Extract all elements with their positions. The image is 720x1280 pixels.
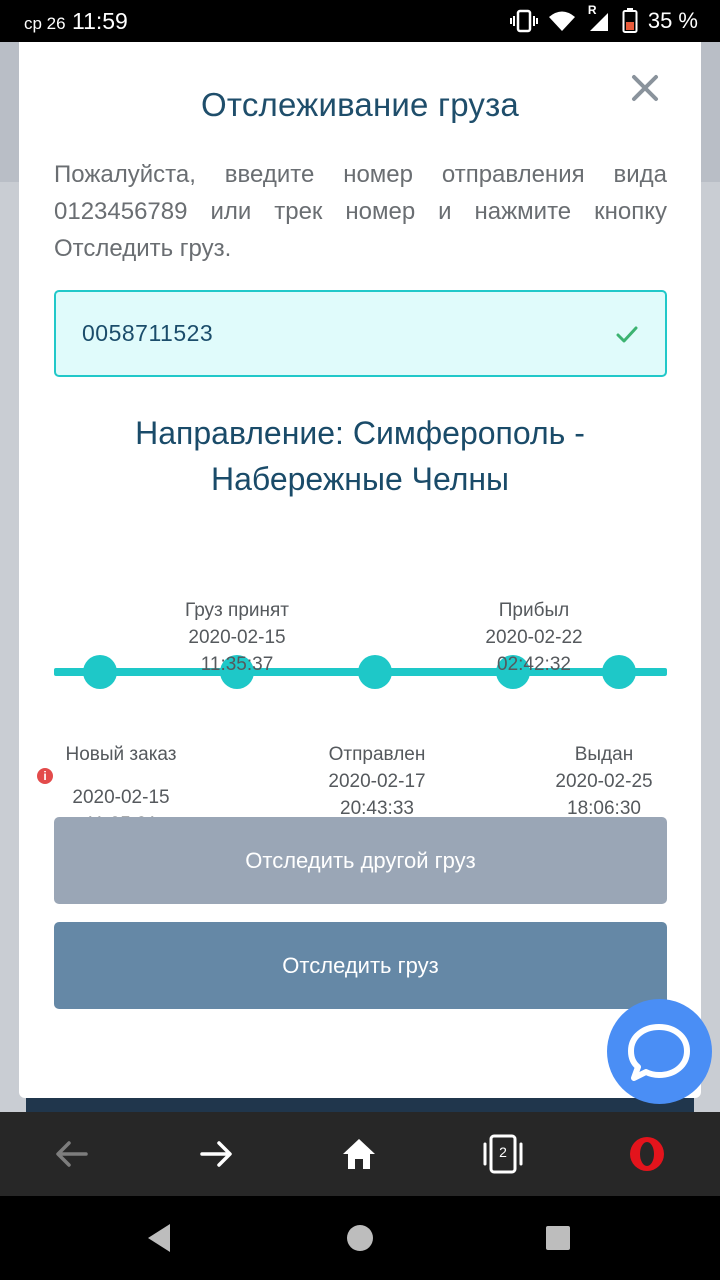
instructions-text: Пожалуйста, введите номер отправления ви… (54, 161, 667, 262)
vibrate-icon (509, 9, 538, 33)
timeline-step-date: 2020-02-17 (328, 771, 426, 792)
timeline-step-name: Груз принят (184, 600, 290, 621)
status-icons: R 35 % (509, 3, 698, 36)
opera-menu-button[interactable] (625, 1132, 669, 1176)
timeline-label-accepted: Груз принят 2020-02-15 11:35:37 (152, 597, 322, 678)
back-button[interactable] (50, 1132, 94, 1176)
battery-icon (622, 8, 638, 33)
route-line-2: Набережные Челны (210, 461, 510, 497)
wifi-icon (548, 11, 575, 31)
timeline-step-date: 2020-02-25 (555, 771, 653, 792)
timeline-step-time: 11:35:37 (200, 654, 274, 675)
forward-button[interactable] (194, 1132, 238, 1176)
status-date: ср 26 (24, 14, 66, 33)
browser-toolbar: 2 (0, 1112, 720, 1196)
roaming-label: R (587, 3, 597, 17)
track-button[interactable]: Отследить груз (54, 922, 667, 1009)
tracking-modal: Отслеживание груза Пожалуйста, введите н… (19, 42, 701, 1098)
timeline-step-name: Прибыл (498, 600, 570, 621)
home-icon (343, 1139, 375, 1169)
timeline-dot-new-order (83, 655, 117, 689)
modal-title: Отслеживание груза (201, 86, 519, 123)
route-line-1: Направление: Симферополь - (135, 415, 585, 451)
checkmark-icon (616, 326, 638, 343)
signal-icon: R (586, 3, 612, 33)
square-recents-icon (546, 1226, 570, 1250)
status-bar: ср 26 11:59 R 35 % (0, 0, 720, 42)
arrow-left-icon (56, 1141, 88, 1167)
tabs-button[interactable]: 2 (481, 1132, 525, 1176)
tracking-field[interactable] (54, 290, 667, 377)
timeline-step-date: 2020-02-22 (485, 627, 583, 648)
triangle-back-icon (148, 1224, 170, 1252)
timeline-label-delivered: Выдан 2020-02-25 18:06:30 (534, 741, 674, 822)
circle-home-icon (347, 1225, 373, 1251)
timeline-step-date: 2020-02-15 (188, 627, 286, 648)
info-icon[interactable]: i (37, 768, 53, 784)
arrow-right-icon (200, 1141, 232, 1167)
status-time: 11:59 (72, 8, 128, 34)
android-back-button[interactable] (140, 1218, 180, 1258)
timeline-step-name: Выдан (574, 744, 634, 765)
timeline-label-arrived: Прибыл 2020-02-22 02:42:32 (449, 597, 619, 678)
chat-button[interactable] (607, 999, 712, 1104)
chat-bubble-icon (628, 1024, 690, 1081)
timeline-dot-sent (358, 655, 392, 689)
battery-percent: 35 % (647, 8, 698, 33)
tabs-count: 2 (499, 1144, 507, 1160)
android-recents-button[interactable] (538, 1218, 578, 1258)
timeline-step-date: 2020-02-15 (72, 787, 170, 808)
tracking-timeline: Груз принят 2020-02-15 11:35:37 Прибыл 2… (37, 552, 667, 835)
close-icon (632, 75, 658, 101)
timeline-label-sent: Отправлен 2020-02-17 20:43:33 (292, 741, 462, 822)
home-button[interactable] (337, 1132, 381, 1176)
tracking-number-input[interactable] (82, 292, 582, 375)
route-direction: Направление: Симферополь - Набережные Че… (19, 410, 701, 502)
android-home-button[interactable] (340, 1218, 380, 1258)
timeline-step-name: Новый заказ (65, 744, 177, 765)
track-other-button[interactable]: Отследить другой груз (54, 817, 667, 904)
android-nav-bar (0, 1196, 720, 1280)
close-button[interactable] (625, 68, 665, 108)
timeline-step-time: 02:42:32 (497, 654, 571, 675)
opera-logo-icon (630, 1137, 664, 1171)
timeline-step-name: Отправлен (328, 744, 426, 765)
